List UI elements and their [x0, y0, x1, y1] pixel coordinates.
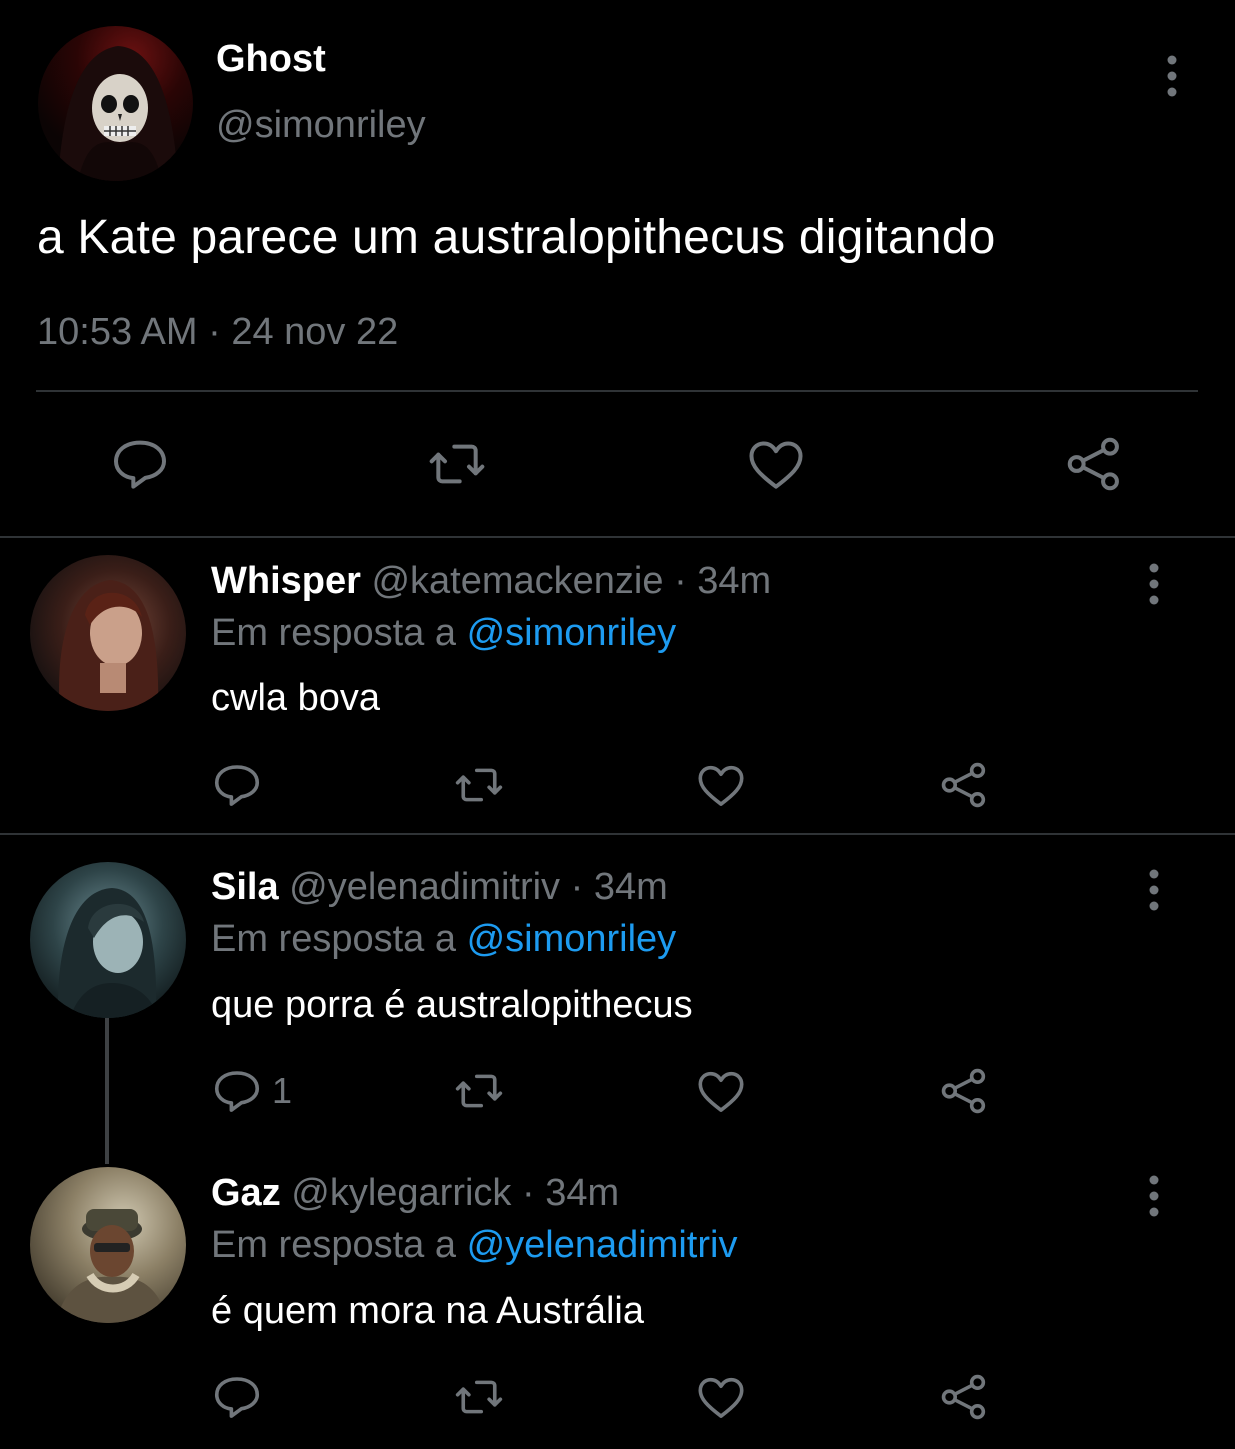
like-icon[interactable]	[694, 758, 748, 812]
share-icon[interactable]	[937, 1064, 991, 1118]
more-options-icon[interactable]	[1134, 560, 1174, 608]
gaz-avatar[interactable]	[30, 1167, 186, 1323]
reply-header: Gaz @kylegarrick · 34m	[211, 1172, 619, 1215]
reply-text: que porra é australopithecus	[211, 984, 693, 1026]
share-icon[interactable]	[1062, 432, 1126, 496]
mention-link[interactable]: @simonriley	[467, 918, 677, 960]
reply-author-name[interactable]: Whisper	[211, 560, 361, 602]
whisper-avatar[interactable]	[30, 555, 186, 711]
tweet-text: a Kate parece um australopithecus digita…	[37, 211, 996, 264]
reply-author-name[interactable]: Sila	[211, 866, 279, 908]
tweet-time: 10:53 AM	[37, 311, 198, 353]
reply-icon[interactable]	[210, 758, 264, 812]
share-icon[interactable]	[937, 1370, 991, 1424]
retweet-icon[interactable]	[452, 1370, 506, 1424]
reply-text: é quem mora na Austrália	[211, 1290, 645, 1332]
in-reply-to: Em resposta a @yelenadimitriv	[211, 1224, 737, 1267]
tweet-thread-page: Ghost @simonriley a Kate parece um austr…	[0, 0, 1235, 1449]
reply-icon[interactable]	[210, 1370, 264, 1424]
reply-time: · 34m	[674, 560, 772, 602]
reply-author-handle[interactable]: @katemackenzie	[371, 560, 663, 602]
reply-time: · 34m	[570, 866, 668, 908]
sila-avatar[interactable]	[30, 862, 186, 1018]
share-icon[interactable]	[937, 758, 991, 812]
divider	[0, 536, 1235, 538]
divider	[36, 390, 1198, 392]
reply-author-handle[interactable]: @kylegarrick	[291, 1172, 511, 1214]
reply-count: 1	[272, 1070, 293, 1111]
in-reply-to-prefix: Em resposta a	[211, 918, 456, 960]
like-icon[interactable]	[694, 1064, 748, 1118]
reply-icon[interactable]	[108, 432, 172, 496]
timestamp-separator: ·	[197, 311, 232, 353]
retweet-icon[interactable]	[452, 758, 506, 812]
divider	[0, 833, 1235, 835]
like-icon[interactable]	[744, 432, 808, 496]
more-options-icon[interactable]	[1134, 1172, 1174, 1220]
reply-header: Whisper @katemackenzie · 34m	[211, 560, 771, 603]
mention-link[interactable]: @simonriley	[467, 612, 677, 654]
like-icon[interactable]	[694, 1370, 748, 1424]
main-tweet[interactable]: Ghost @simonriley a Kate parece um austr…	[0, 0, 1235, 537]
more-options-icon[interactable]	[1150, 52, 1194, 100]
reply-icon[interactable]	[210, 1064, 264, 1118]
reply-text: cwla bova	[211, 677, 380, 719]
in-reply-to-prefix: Em resposta a	[211, 1224, 456, 1266]
more-options-icon[interactable]	[1134, 866, 1174, 914]
reply-author-name[interactable]: Gaz	[211, 1172, 281, 1214]
in-reply-to: Em resposta a @simonriley	[211, 918, 676, 961]
retweet-icon[interactable]	[425, 432, 489, 496]
tweet-date: 24 nov 22	[231, 311, 399, 353]
author-name[interactable]: Ghost	[216, 38, 326, 81]
in-reply-to-prefix: Em resposta a	[211, 612, 456, 654]
skull-mask-avatar[interactable]	[38, 26, 193, 181]
author-handle[interactable]: @simonriley	[216, 104, 426, 147]
retweet-icon[interactable]	[452, 1064, 506, 1118]
reply-author-handle[interactable]: @yelenadimitriv	[289, 866, 560, 908]
in-reply-to: Em resposta a @simonriley	[211, 612, 676, 655]
thread-connector	[105, 1018, 109, 1164]
reply-header: Sila @yelenadimitriv · 34m	[211, 866, 668, 909]
mention-link[interactable]: @yelenadimitriv	[467, 1224, 738, 1266]
reply-time: · 34m	[522, 1172, 620, 1214]
tweet-timestamp[interactable]: 10:53 AM · 24 nov 22	[37, 311, 398, 354]
